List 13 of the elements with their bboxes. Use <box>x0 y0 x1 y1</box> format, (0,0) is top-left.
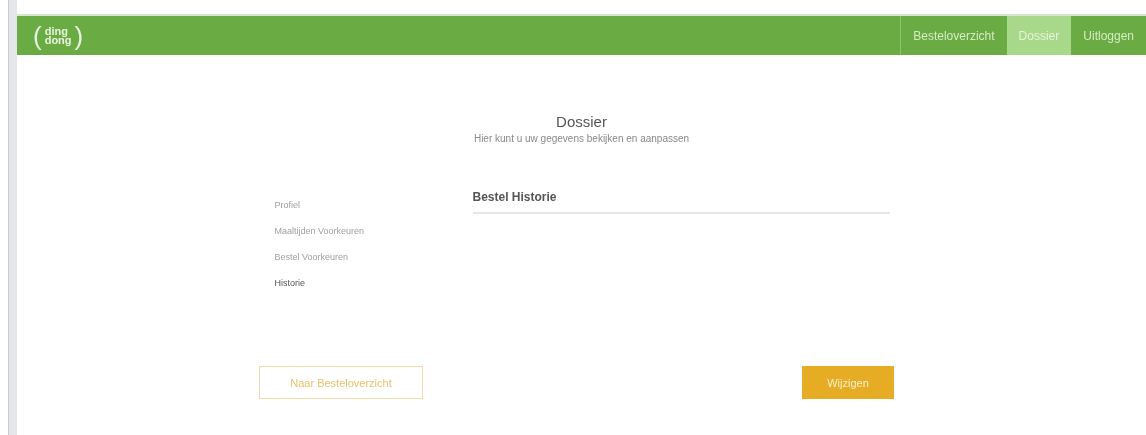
nav-link[interactable]: Uitloggen <box>1071 16 1146 55</box>
sidebar-item[interactable]: Maaltijden Voorkeuren <box>274 226 473 236</box>
edit-button[interactable]: Wijzigen <box>802 366 894 399</box>
scrollbar[interactable] <box>8 0 17 435</box>
page-subtitle: Hier kunt u uw gegevens bekijken en aanpassen <box>473 133 690 144</box>
sidebar-item[interactable]: Historie <box>274 278 473 288</box>
page-title: Dossier <box>556 113 607 130</box>
overview-button[interactable]: Naar Besteloverzicht <box>259 366 423 399</box>
nav-link[interactable]: Besteloverzicht <box>900 16 1007 55</box>
nav-link[interactable]: Dossier <box>1006 16 1072 55</box>
sidebar-item[interactable]: Profiel <box>274 200 473 210</box>
section-heading: Bestel Historie <box>472 190 890 214</box>
sidebar-item[interactable]: Bestel Voorkeuren <box>274 252 473 262</box>
